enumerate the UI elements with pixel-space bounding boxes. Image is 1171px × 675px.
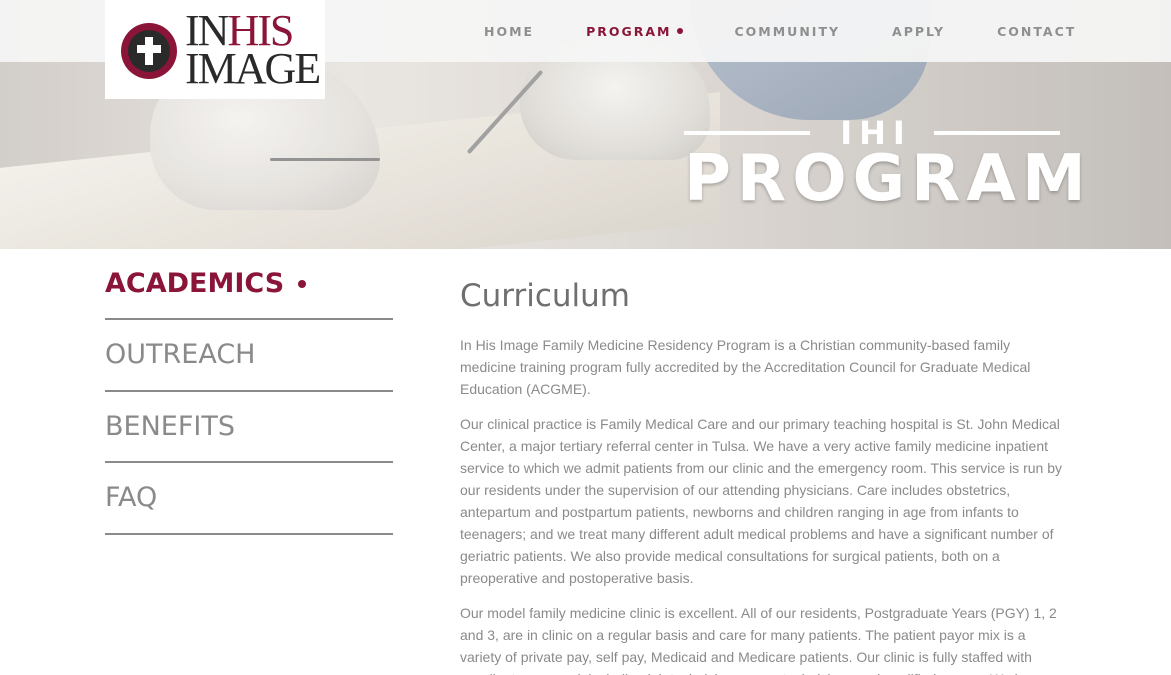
nav-program[interactable]: PROGRAM	[586, 23, 683, 39]
sidebar-item-label: OUTREACH	[105, 339, 256, 371]
hero-rule-right	[933, 131, 1060, 135]
active-indicator-dot	[676, 28, 683, 34]
nav-home-label: HOME	[484, 23, 535, 39]
cross-emblem-inner	[128, 29, 170, 72]
sidebar-item-academics[interactable]: ACADEMICS	[105, 249, 393, 320]
sidebar-item-benefits[interactable]: BENEFITS	[105, 392, 393, 463]
page-title: Curriculum	[460, 278, 631, 314]
main-content: Curriculum In His Image Family Medicine …	[460, 278, 1064, 675]
sidebar-item-label: ACADEMICS	[105, 268, 285, 299]
main-nav: HOME PROGRAM COMMUNITY APPLY CONTACT	[484, 0, 1128, 62]
nav-contact[interactable]: CONTACT	[997, 24, 1076, 39]
hero-title: IHI PROGRAM	[684, 117, 1092, 218]
paragraph: In His Image Family Medicine Residency P…	[460, 337, 1031, 397]
hero-rule-left	[684, 131, 811, 135]
sidebar-item-label: BENEFITS	[105, 410, 235, 442]
sidebar-item-faq[interactable]: FAQ	[105, 463, 393, 535]
section-sidebar: ACADEMICS OUTREACH BENEFITS FAQ	[105, 249, 393, 535]
paragraph: Our clinical practice is Family Medical …	[460, 416, 1062, 586]
nav-contact-label: CONTACT	[997, 23, 1077, 39]
cross-emblem-icon	[121, 22, 177, 79]
sidebar-item-outreach[interactable]: OUTREACH	[105, 320, 393, 392]
nav-apply-label: APPLY	[892, 23, 946, 39]
nav-community[interactable]: COMMUNITY	[735, 24, 841, 39]
nav-program-label: PROGRAM	[586, 23, 672, 39]
paragraph: Our model family medicine clinic is exce…	[460, 605, 1057, 675]
active-indicator-dot	[298, 279, 307, 288]
logo-word-image: IMAGE	[185, 43, 321, 93]
sidebar-item-label: FAQ	[105, 482, 158, 514]
nav-apply[interactable]: APPLY	[892, 24, 945, 39]
nav-home[interactable]: HOME	[484, 24, 534, 39]
cross-horizontal	[137, 44, 161, 53]
site-logo[interactable]: INHIS IMAGE	[105, 0, 325, 99]
nav-community-label: COMMUNITY	[734, 23, 841, 39]
logo-wordmark: INHIS IMAGE	[185, 8, 321, 93]
hero-heading: PROGRAM	[684, 142, 1092, 216]
